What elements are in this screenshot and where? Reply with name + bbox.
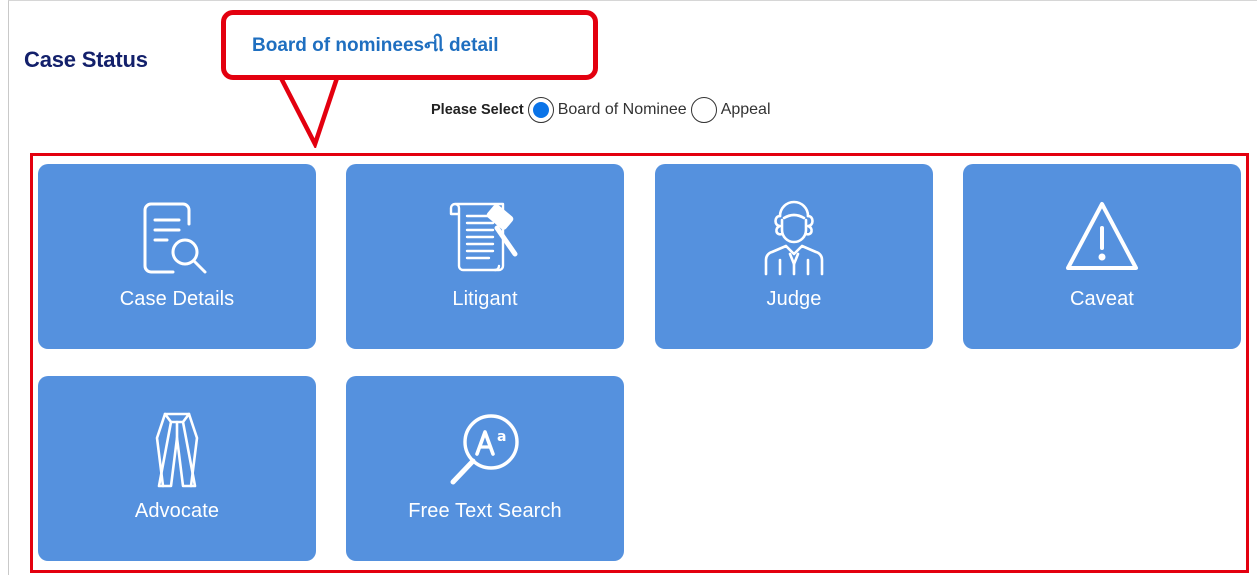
tile-label: Advocate	[134, 500, 220, 522]
radio-appeal[interactable]	[690, 97, 717, 123]
tile-label: Judge	[766, 288, 822, 310]
scroll-gavel-icon	[449, 202, 518, 272]
litigant-button[interactable]: Litigant	[346, 164, 624, 349]
radio-board-of-nominee[interactable]	[527, 97, 554, 123]
warning-icon	[1066, 202, 1138, 270]
radio-label-appeal[interactable]: Appeal	[721, 101, 771, 119]
advocate-gown-icon	[155, 412, 199, 488]
tile-label: Caveat	[1070, 288, 1134, 310]
free-text-search-button[interactable]: a Free Text Search	[346, 376, 624, 561]
callout-text: Board of nomineesની detail	[252, 35, 499, 56]
annotation-callout: Board of nomineesની detail	[221, 10, 598, 80]
judge-icon	[764, 200, 824, 276]
radio-label-board-of-nominee[interactable]: Board of Nominee	[558, 101, 687, 119]
case-details-button[interactable]: Case Details	[38, 164, 316, 349]
caveat-button[interactable]: Caveat	[963, 164, 1241, 349]
svg-text:a: a	[497, 429, 506, 445]
tile-label: Free Text Search	[408, 500, 562, 522]
please-select-label: Please Select	[431, 102, 524, 118]
page-title: Case Status	[24, 47, 148, 72]
case-type-selector: Please Select Board of Nominee Appeal	[431, 93, 773, 127]
text-search-icon: a	[450, 414, 519, 485]
judge-button[interactable]: Judge	[655, 164, 933, 349]
callout-pointer	[279, 76, 339, 148]
document-search-icon	[143, 202, 207, 274]
tile-label: Litigant	[452, 288, 518, 310]
tile-label: Case Details	[119, 288, 235, 310]
advocate-button[interactable]: Advocate	[38, 376, 316, 561]
